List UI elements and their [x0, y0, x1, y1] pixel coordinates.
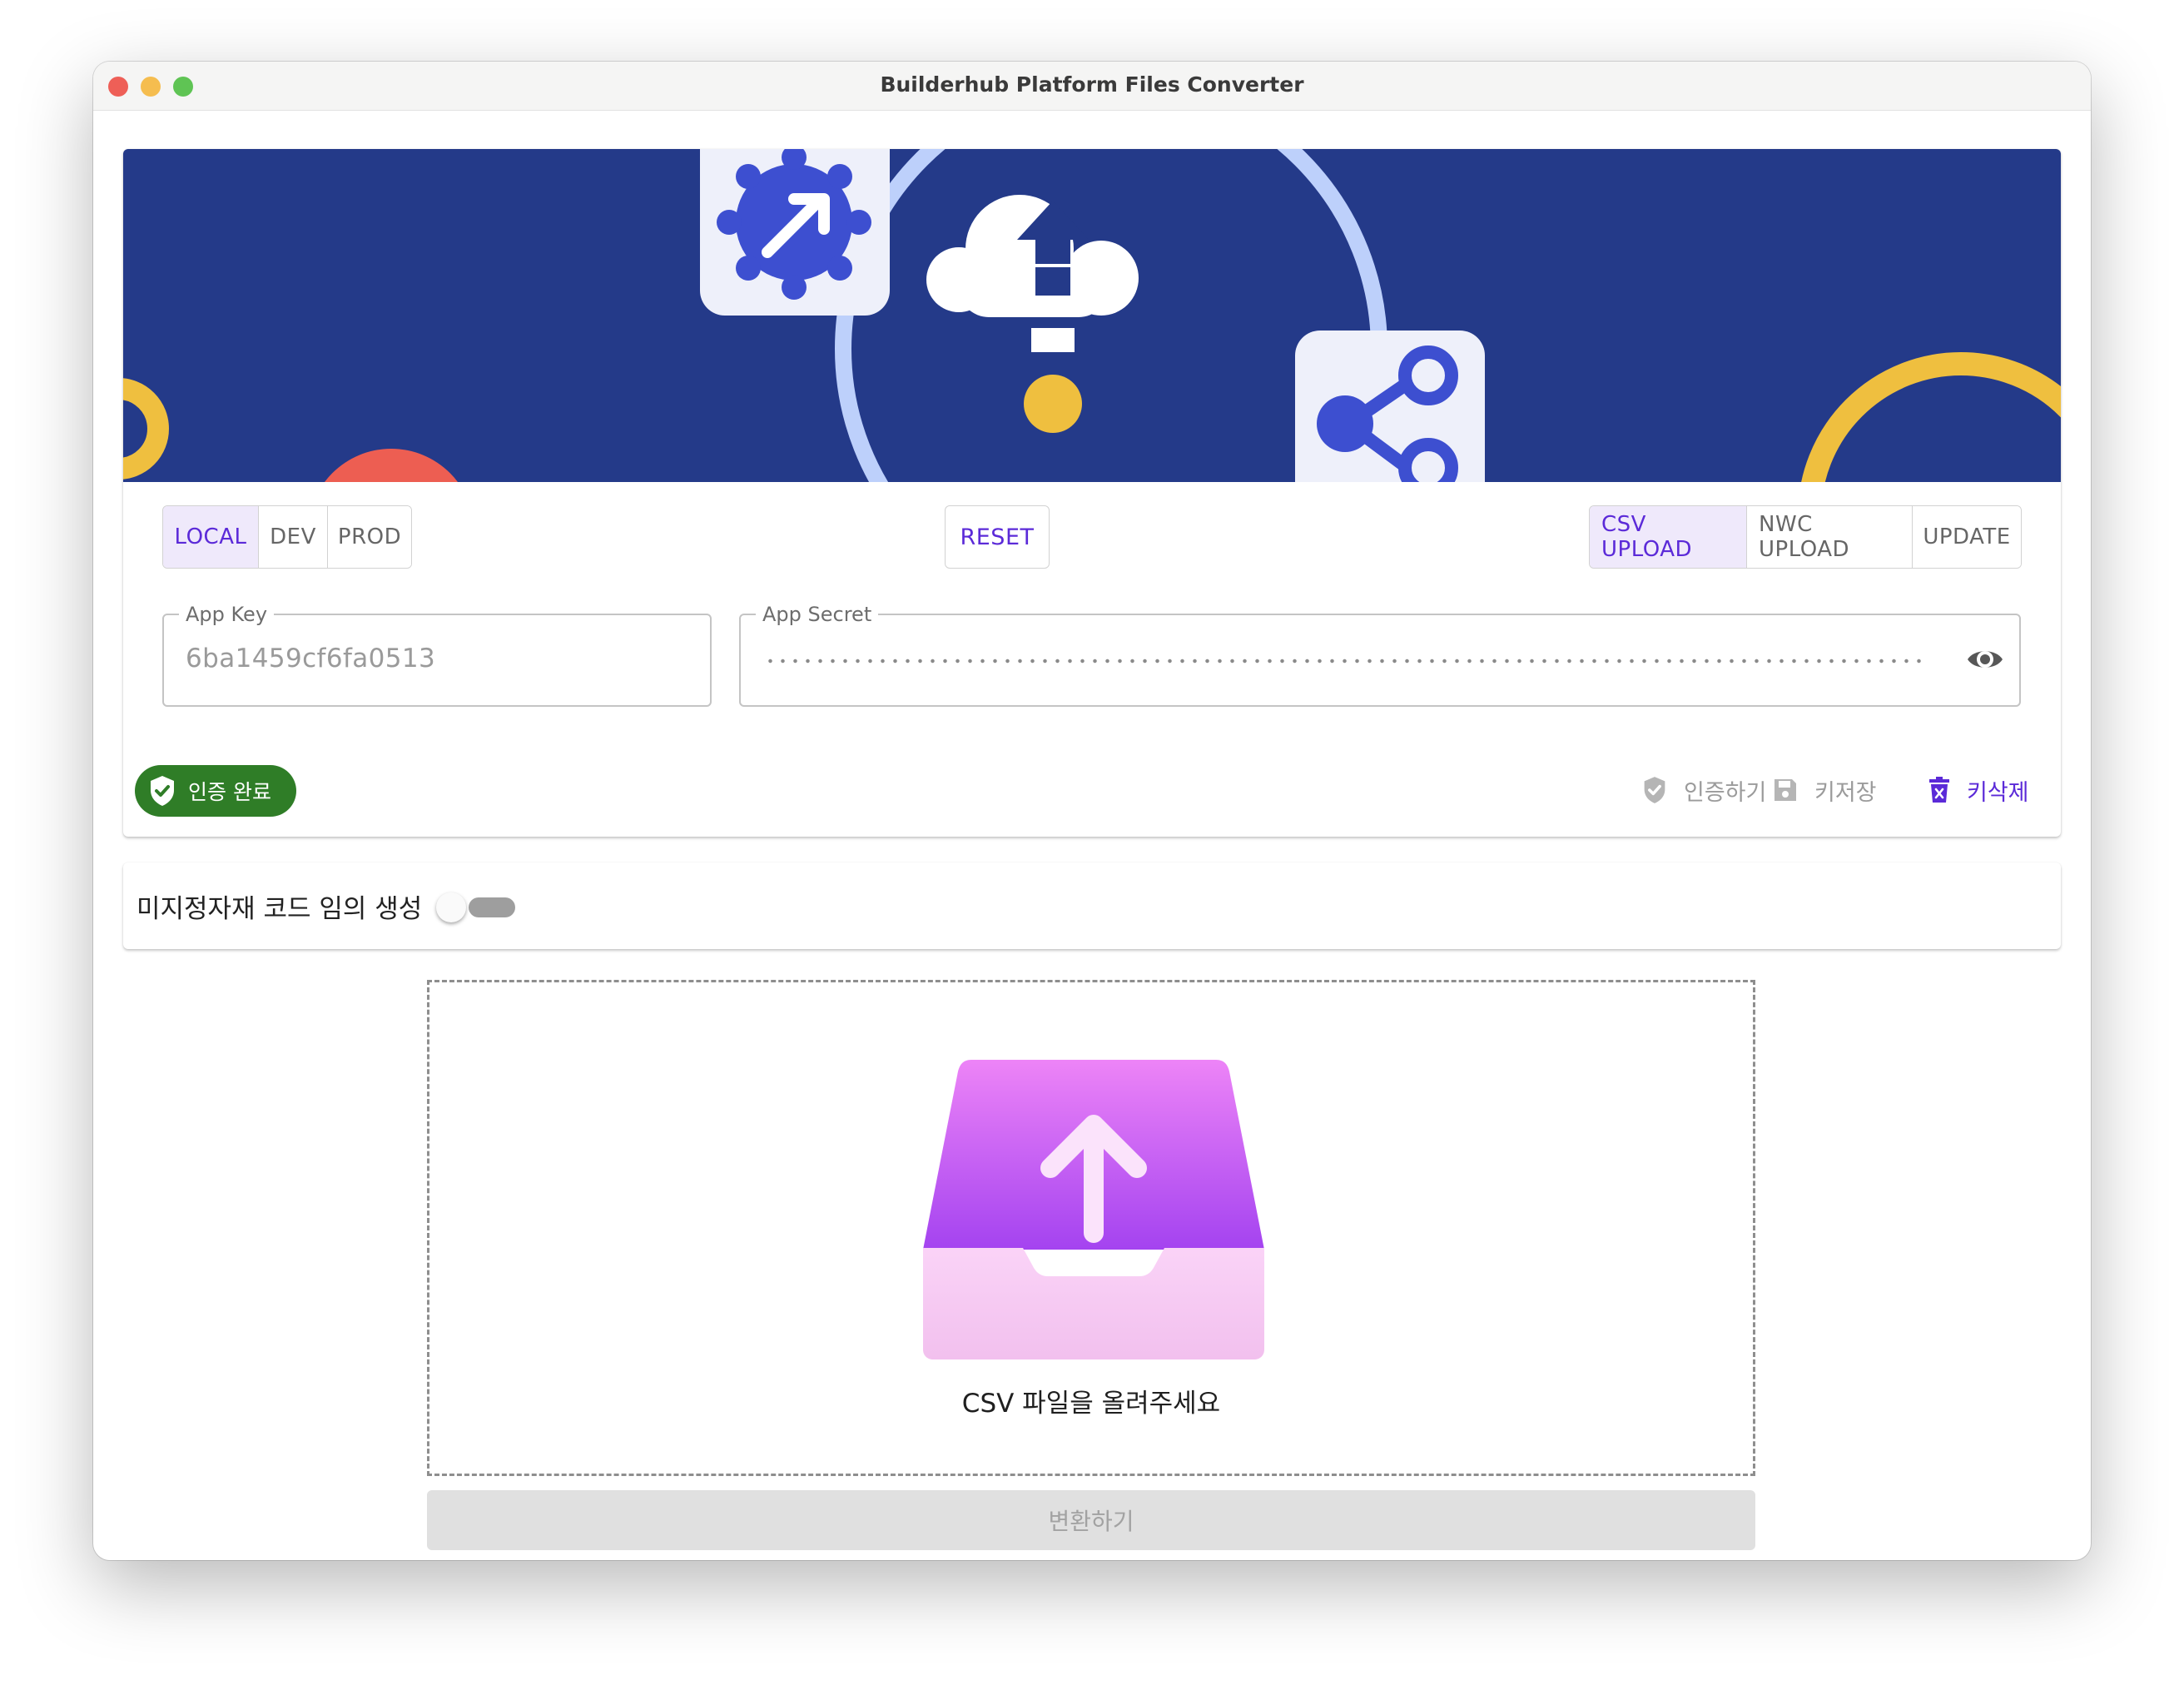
- shield-check-icon: [151, 776, 174, 806]
- env-local-button[interactable]: LOCAL: [163, 506, 259, 568]
- save-key-label: 키저장: [1814, 779, 1877, 806]
- environment-selector: LOCAL DEV PROD: [162, 505, 412, 569]
- auth-status-badge: 인증 완료: [135, 765, 296, 817]
- toggle-thumb[interactable]: [436, 892, 466, 922]
- save-key-button[interactable]: 키저장: [1773, 769, 1877, 811]
- floppy-icon: [1774, 779, 1796, 801]
- option-card: 미지정자재 코드 임의 생성: [123, 862, 2061, 949]
- inbox-upload-icon: [923, 1060, 1264, 1359]
- verify-button[interactable]: 인증하기: [1642, 769, 1766, 811]
- reset-button[interactable]: RESET: [945, 505, 1050, 569]
- app-secret-label: App Secret: [756, 603, 879, 626]
- convert-button[interactable]: 변환하기: [427, 1490, 1755, 1550]
- mode-nwc-upload-button[interactable]: NWC UPLOAD: [1747, 506, 1913, 568]
- title-bar: Builderhub Platform Files Converter: [93, 62, 2091, 111]
- random-code-option-label: 미지정자재 코드 임의 생성: [136, 894, 423, 924]
- delete-key-button[interactable]: 키삭제: [1928, 769, 2029, 811]
- app-secret-masked-value: [764, 659, 1929, 664]
- app-key-value: 6ba1459cf6fa0513: [186, 644, 436, 674]
- mode-csv-upload-button[interactable]: CSV UPLOAD: [1590, 506, 1747, 568]
- mode-update-button[interactable]: UPDATE: [1913, 506, 2021, 568]
- app-key-field[interactable]: App Key 6ba1459cf6fa0513: [162, 603, 712, 707]
- eye-icon[interactable]: [1966, 644, 2004, 675]
- share-icon: [1295, 331, 1485, 482]
- csv-dropzone[interactable]: CSV 파일을 올려주세요: [427, 980, 1755, 1476]
- env-prod-button[interactable]: PROD: [328, 506, 411, 568]
- window-title: Builderhub Platform Files Converter: [880, 72, 1304, 97]
- settings-card: LOCAL DEV PROD RESET CSV UPLOAD NWC UPLO…: [123, 149, 2061, 837]
- hero-banner: [123, 149, 2061, 482]
- auth-status-label: 인증 완료: [188, 780, 271, 804]
- env-dev-button[interactable]: DEV: [259, 506, 328, 568]
- app-key-label: App Key: [179, 603, 275, 626]
- verify-label: 인증하기: [1684, 779, 1767, 806]
- trash-icon: [1929, 777, 1949, 803]
- toggle-track[interactable]: [469, 897, 515, 917]
- shield-check-icon: [1644, 777, 1665, 803]
- delete-key-label: 키삭제: [1967, 779, 2029, 806]
- mode-selector: CSV UPLOAD NWC UPLOAD UPDATE: [1589, 505, 2022, 569]
- app-secret-field[interactable]: App Secret: [739, 603, 2021, 707]
- dropzone-text: CSV 파일을 올려주세요: [961, 1389, 1221, 1419]
- app-window: Builderhub Platform Files Converter LOCA…: [93, 62, 2091, 1560]
- gear-arrow-icon: [700, 149, 890, 316]
